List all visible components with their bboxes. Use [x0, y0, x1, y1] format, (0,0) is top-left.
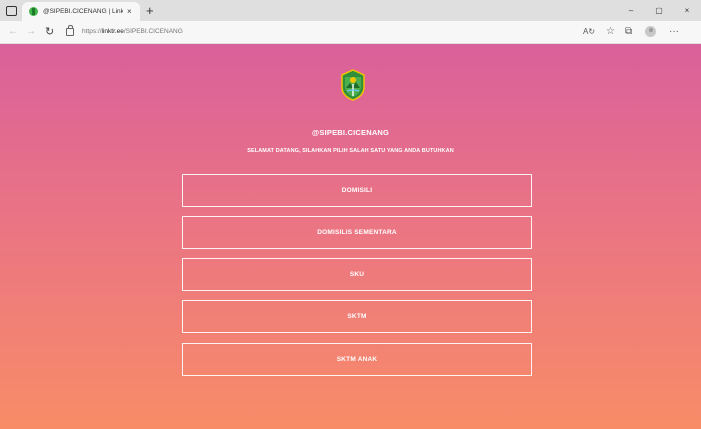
- linktree-favicon-icon: [29, 7, 38, 16]
- collections-icon[interactable]: ⧉: [625, 21, 632, 43]
- new-tab-button[interactable]: +: [146, 1, 154, 20]
- forward-button[interactable]: →: [26, 21, 36, 43]
- link-button-sktm[interactable]: SKTM: [182, 300, 532, 333]
- close-window-button[interactable]: ×: [673, 6, 701, 15]
- link-button-sktm-anak[interactable]: SKTM ANAK: [182, 343, 532, 376]
- linktree-page: @SIPEBI.CICENANG SELAMAT DATANG, SILAHKA…: [0, 44, 701, 429]
- link-button-domisilis-sementara[interactable]: DOMISILIS SEMENTARA: [182, 216, 532, 249]
- window-controls: – ▢ ×: [617, 0, 701, 21]
- favorites-icon[interactable]: ☆: [606, 21, 615, 43]
- minimize-button[interactable]: –: [617, 6, 645, 15]
- link-button-sku[interactable]: SKU: [182, 258, 532, 291]
- more-menu-icon[interactable]: ···: [669, 21, 679, 43]
- url-path: /SIPEBI.CICENANG: [123, 28, 183, 35]
- browser-tab[interactable]: @SIPEBI.CICENANG | Linktree ×: [22, 2, 140, 21]
- maximize-button[interactable]: ▢: [645, 6, 673, 15]
- lock-icon[interactable]: [66, 25, 74, 36]
- read-aloud-icon[interactable]: A↻: [583, 21, 595, 43]
- tab-close-button[interactable]: ×: [127, 7, 132, 16]
- back-button[interactable]: ←: [8, 21, 18, 43]
- profile-tagline: SELAMAT DATANG, SILAHKAN PILIH SALAH SAT…: [247, 148, 454, 154]
- tab-actions-button[interactable]: [0, 0, 22, 21]
- reload-button[interactable]: ↻: [45, 21, 54, 43]
- url-field[interactable]: https://linktr.ee/SIPEBI.CICENANG: [82, 21, 183, 43]
- tab-actions-icon: [5, 5, 17, 16]
- profile-avatar[interactable]: [645, 26, 656, 37]
- profile-handle: @SIPEBI.CICENANG: [311, 128, 390, 137]
- url-prefix: https://: [82, 28, 102, 35]
- tab-title: @SIPEBI.CICENANG | Linktree: [43, 8, 123, 15]
- address-bar: ← → ↻ https://linktr.ee/SIPEBI.CICENANG …: [0, 21, 701, 44]
- browser-tab-bar: @SIPEBI.CICENANG | Linktree × + – ▢ ×: [0, 0, 701, 21]
- regency-emblem-icon: [341, 69, 365, 101]
- url-host: linktr.ee: [101, 28, 124, 35]
- link-button-domisili[interactable]: DOMISILI: [182, 174, 532, 207]
